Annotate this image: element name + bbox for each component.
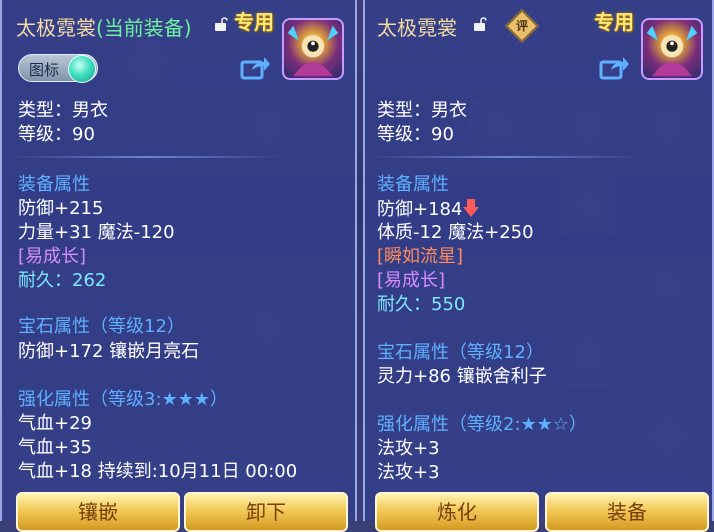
attr-line: 防御+184 xyxy=(377,199,463,220)
trait-line: [易成长] xyxy=(18,246,87,267)
special-trait-line: [瞬如流星] xyxy=(377,246,464,267)
gem-line: 灵力+86 镶嵌舍利子 xyxy=(377,366,547,387)
divider xyxy=(371,156,641,158)
item-type: 类型：男衣 xyxy=(18,100,108,121)
unlock-icon[interactable] xyxy=(473,16,487,31)
exclusive-badge: 专用 xyxy=(594,10,634,34)
durability-line: 耐久：262 xyxy=(18,270,107,291)
enhance-attr-header: 强化属性（等级3:★★★） xyxy=(18,389,228,410)
item-name: 太极霓裳 xyxy=(377,16,457,40)
enhance-line: 气血+35 xyxy=(18,437,92,458)
equipped-item-tooltip: 太极霓裳(当前装备) 专用 图标 类型：男衣 等级：90 装备属性 防御+215… xyxy=(0,0,357,532)
toggle-knob xyxy=(68,55,96,83)
arrow-down-icon xyxy=(463,199,480,217)
attr-line: 力量+31 魔法-120 xyxy=(18,222,175,243)
item-level: 等级：90 xyxy=(18,124,95,145)
unlock-icon[interactable] xyxy=(214,16,228,31)
durability-line: 耐久：550 xyxy=(377,294,466,315)
gem-attr-header: 宝石属性（等级12） xyxy=(377,342,544,363)
equip-attr-header: 装备属性 xyxy=(18,174,90,195)
item-title: 太极霓裳(当前装备) xyxy=(16,12,192,41)
share-icon[interactable] xyxy=(599,54,629,80)
exclusive-badge: 专用 xyxy=(234,10,274,34)
enhance-line: 法攻+3 xyxy=(377,438,440,459)
attr-line-with-change: 防御+184 xyxy=(377,198,480,221)
equip-button[interactable]: 装备 xyxy=(545,492,709,532)
enhance-line: 气血+29 xyxy=(18,413,92,434)
attr-line: 防御+215 xyxy=(18,198,104,219)
enhance-attr-header: 强化属性（等级2:★★☆） xyxy=(377,414,587,435)
gem-attr-header: 宝石属性（等级12） xyxy=(18,316,185,337)
compare-item-tooltip: 太极霓裳 专用 类型：男衣 等级：90 装备属性 防御+184 体质-12 魔法… xyxy=(363,0,714,532)
enhance-line: 气血+18 持续到:10月11日 00:00 xyxy=(18,461,298,482)
equipped-tag: (当前装备) xyxy=(96,16,192,40)
unequip-button[interactable]: 卸下 xyxy=(184,492,348,532)
item-type: 类型：男衣 xyxy=(377,100,467,121)
share-icon[interactable] xyxy=(240,54,270,80)
character-portrait xyxy=(282,18,344,80)
icon-toggle-label: 图标 xyxy=(29,61,60,79)
refine-button[interactable]: 炼化 xyxy=(375,492,539,532)
character-portrait xyxy=(641,18,703,80)
gem-line: 防御+172 镶嵌月亮石 xyxy=(18,341,200,362)
item-name: 太极霓裳 xyxy=(16,16,96,40)
enhance-line: 法攻+3 xyxy=(377,462,440,483)
icon-toggle[interactable]: 图标 xyxy=(18,54,98,83)
rating-badge-label: 评 xyxy=(515,19,528,33)
divider xyxy=(12,156,282,158)
inlay-button[interactable]: 镶嵌 xyxy=(16,492,180,532)
equip-attr-header: 装备属性 xyxy=(377,174,449,195)
attr-line: 体质-12 魔法+250 xyxy=(377,222,534,243)
item-level: 等级：90 xyxy=(377,124,454,145)
trait-line: [易成长] xyxy=(377,270,446,291)
